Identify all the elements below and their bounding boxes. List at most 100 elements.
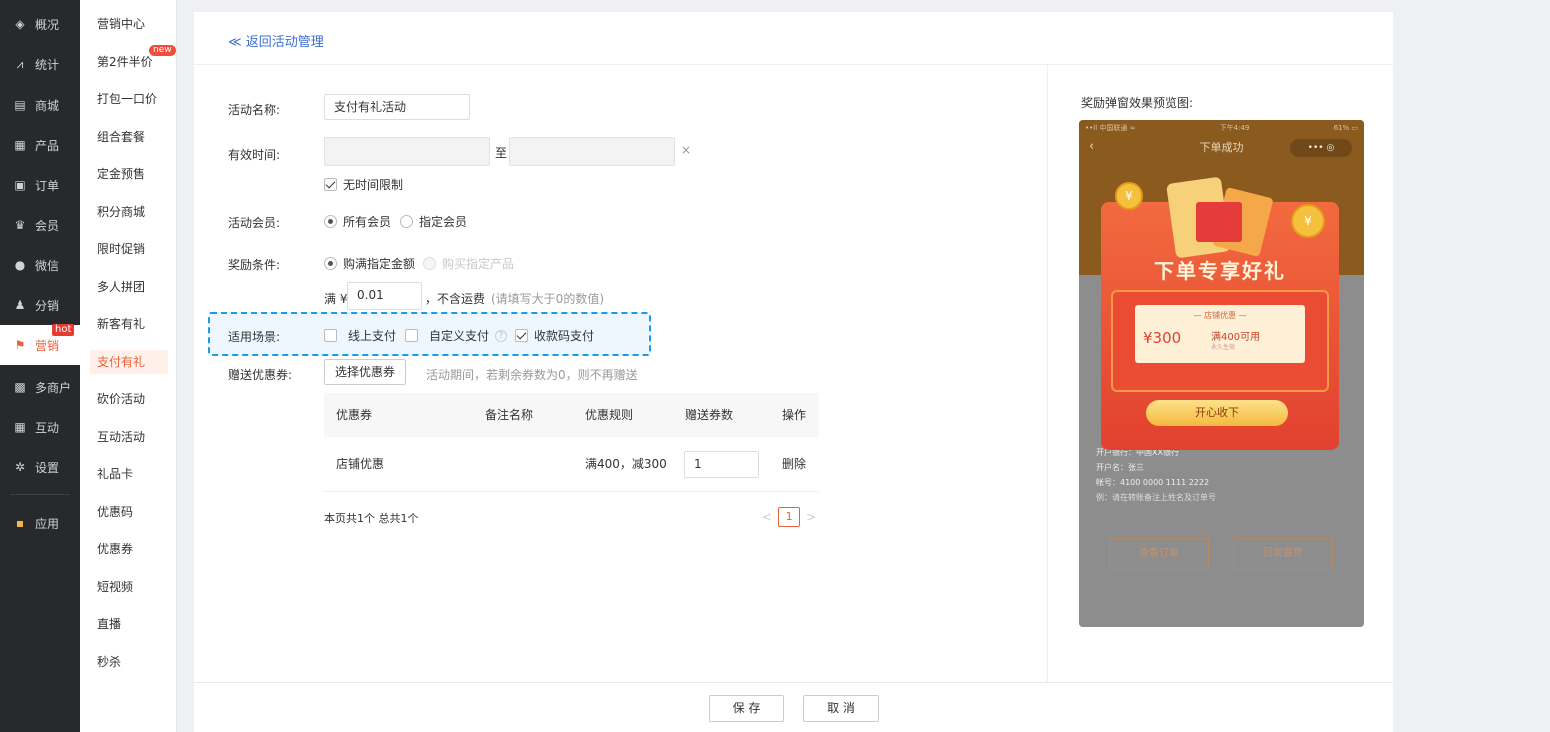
popup-heading: 下单专享好礼: [1154, 259, 1286, 283]
select-coupon-button[interactable]: 选择优惠券: [324, 359, 406, 385]
clear-time-icon[interactable]: ×: [681, 143, 691, 157]
no-time-limit-label: 无时间限制: [343, 178, 404, 192]
next-page-icon[interactable]: >: [806, 510, 816, 524]
reward-amount-radio[interactable]: 购满指定金额: [324, 255, 415, 272]
page-1-button[interactable]: 1: [778, 507, 801, 527]
status-battery: 61% ▭: [1333, 124, 1358, 132]
nav-item-7[interactable]: ♟ 分销: [0, 285, 80, 325]
checkbox-icon: [405, 329, 418, 342]
back-home-button: 回到首页: [1233, 538, 1333, 570]
nav-item-11[interactable]: ✲ 设置: [0, 447, 80, 487]
nav-item-5[interactable]: ♛ 会员: [0, 205, 80, 245]
reward-product-label: 购买指定产品: [442, 257, 515, 271]
scene-online-checkbox[interactable]: 线上支付: [324, 327, 396, 344]
sub-nav-item-7[interactable]: 多人拼团: [90, 275, 168, 299]
member-all-radio[interactable]: 所有会员: [324, 213, 391, 230]
nav-item-6[interactable]: ● 微信: [0, 245, 80, 285]
nav-item-label: 会员: [35, 218, 60, 233]
member-specified-label: 指定会员: [419, 215, 468, 229]
radio-icon: [400, 215, 413, 228]
sub-nav-item-14[interactable]: 优惠券: [90, 537, 168, 561]
sub-nav-item-6[interactable]: 限时促销: [90, 237, 168, 261]
nav-item-12[interactable]: ▪ 应用: [0, 503, 80, 543]
shop-icon: ▤: [14, 98, 26, 112]
grid-icon: ▦: [14, 138, 26, 152]
nav-item-label: 设置: [35, 460, 60, 475]
coupon-hint: 活动期间，若剩余券数为0，则不再赠送: [426, 368, 638, 382]
sub-nav-item-11[interactable]: 互动活动: [90, 425, 168, 449]
reward-amount-label: 购满指定金额: [343, 257, 416, 271]
table-summary: 本页共1个 总共1个: [324, 512, 419, 525]
sub-nav-item-3[interactable]: 组合套餐: [90, 125, 168, 149]
cancel-button[interactable]: 取 消: [803, 695, 879, 722]
scene-custom-checkbox[interactable]: 自定义支付 ?: [405, 327, 508, 344]
sub-nav-item-4[interactable]: 定金预售: [90, 162, 168, 186]
member-specified-radio[interactable]: 指定会员: [400, 213, 467, 230]
col-count: 赠送券数: [685, 408, 734, 422]
activity-name-input[interactable]: 支付有礼活动: [324, 94, 470, 120]
nav-separator: [10, 494, 70, 495]
preview-divider: [1047, 65, 1048, 682]
coin-icon: ¥: [1115, 182, 1143, 210]
nav-item-4[interactable]: ▣ 订单: [0, 165, 80, 205]
sub-nav-item-8[interactable]: 新客有礼: [90, 312, 168, 336]
reward-product-radio[interactable]: 购买指定产品: [423, 255, 514, 272]
hot-badge: hot: [52, 324, 75, 336]
sub-nav-item-15[interactable]: 短视频: [90, 575, 168, 599]
sub-nav-item-0[interactable]: 营销中心: [90, 12, 168, 36]
primary-sidebar: ◈ 概况 ⩘ 统计 ▤ 商城 ▦ 产品 ▣ 订单 ♛ 会员 ● 微信 ♟ 分销 ⚑ 营销 ▩ 多商户 ▦ 互动 ✲ 设置 ▪ 应用…: [0, 0, 80, 732]
member-all-label: 所有会员: [343, 215, 392, 229]
distribution-icon: ♟: [14, 298, 26, 312]
coupon-ticket: — 店铺优惠 — ¥300 满400可用 永久生效: [1135, 305, 1305, 363]
sub-nav-item-10[interactable]: 砍价活动: [90, 387, 168, 411]
col-remark: 备注名称: [485, 408, 534, 422]
scene-qr-checkbox[interactable]: 收款码支付: [515, 327, 594, 344]
layers-icon: ◈: [15, 17, 25, 31]
wechat-icon: ●: [14, 258, 26, 272]
start-time-input[interactable]: [324, 137, 490, 166]
nav-item-3[interactable]: ▦ 产品: [0, 125, 80, 165]
ticket-condition: 满400可用: [1211, 332, 1261, 343]
help-icon[interactable]: ?: [495, 329, 508, 342]
coupon-count-input[interactable]: 1: [684, 451, 759, 478]
radio-disabled-icon: [423, 257, 436, 270]
nav-item-9[interactable]: ▩ 多商户: [0, 367, 80, 407]
nav-item-label: 概况: [35, 17, 60, 32]
accept-gift-button: 开心收下: [1146, 400, 1288, 426]
back-link[interactable]: ≪ 返回活动管理: [228, 31, 324, 50]
interact-icon: ▦: [14, 420, 26, 434]
nav-item-2[interactable]: ▤ 商城: [0, 85, 80, 125]
sub-nav-item-2[interactable]: 打包一口价: [90, 87, 168, 111]
sub-nav-item-13[interactable]: 优惠码: [90, 500, 168, 524]
new-badge: new: [149, 45, 176, 56]
cell-rule: 满400，减300: [585, 457, 667, 471]
ticket-title: — 店铺优惠 —: [1193, 311, 1247, 320]
save-button[interactable]: 保 存: [709, 695, 784, 722]
sub-nav-item-12[interactable]: 礼品卡: [90, 462, 168, 486]
end-time-input[interactable]: [509, 137, 675, 166]
no-time-limit-checkbox[interactable]: 无时间限制: [324, 176, 403, 193]
prev-page-icon[interactable]: <: [762, 510, 772, 524]
merchant-icon: ▩: [14, 380, 26, 394]
full-amount-input[interactable]: 0.01: [347, 282, 422, 310]
radio-selected-icon: [324, 215, 337, 228]
flag-icon: ⚑: [14, 338, 26, 352]
apps-icon: ▪: [15, 516, 25, 530]
name-label: 活动名称:: [228, 103, 281, 117]
sub-nav-item-17[interactable]: 秒杀: [90, 650, 168, 674]
stats-icon: ⩘: [16, 56, 24, 71]
sub-nav-item-16[interactable]: 直播: [90, 612, 168, 636]
view-order-button: 查看订单: [1109, 538, 1209, 570]
delete-link[interactable]: 删除: [782, 437, 806, 492]
nav-item-label: 多商户: [35, 380, 72, 395]
sub-nav-item-9[interactable]: 支付有礼: [90, 349, 168, 374]
nav-item-10[interactable]: ▦ 互动: [0, 407, 80, 447]
nav-item-0[interactable]: ◈ 概况: [0, 4, 80, 44]
nav-item-1[interactable]: ⩘ 统计: [0, 44, 80, 84]
cell-coupon: 店铺优惠: [336, 457, 385, 471]
nav-item-label: 营销: [35, 338, 60, 353]
gift-box-icon: [1196, 202, 1242, 242]
scene-label: 适用场景:: [228, 330, 281, 344]
crown-icon: ♛: [14, 218, 26, 232]
sub-nav-item-5[interactable]: 积分商城: [90, 200, 168, 224]
